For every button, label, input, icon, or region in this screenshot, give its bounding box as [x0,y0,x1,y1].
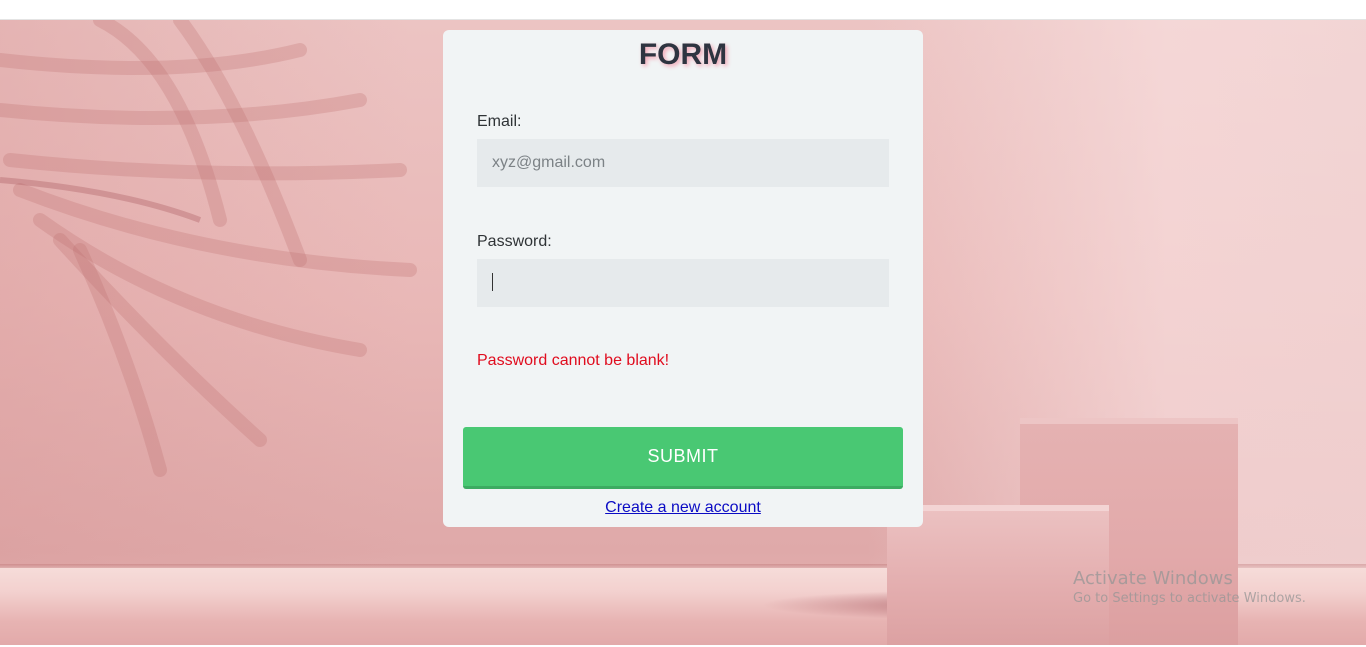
watermark-subtitle: Go to Settings to activate Windows. [1073,591,1306,606]
activate-windows-watermark: Activate Windows Go to Settings to activ… [1073,568,1306,608]
create-account-link[interactable]: Create a new account [605,499,761,516]
text-caret [492,273,493,291]
form-title: FORM [638,38,728,71]
page: FORM Email: Password: Password cannot be… [0,0,1366,647]
password-field[interactable] [477,259,889,307]
browser-top-strip [0,0,1366,20]
create-account-link-wrapper: Create a new account [443,499,923,517]
podium-tall-top [1020,418,1238,424]
email-label: Email: [477,113,522,130]
email-field[interactable] [477,139,889,187]
password-error-message: Password cannot be blank! [477,352,670,369]
watermark-title: Activate Windows [1073,568,1233,589]
submit-button[interactable]: SUBMIT [463,427,903,489]
password-label: Password: [477,233,552,250]
login-form: FORM Email: Password: Password cannot be… [443,30,923,527]
palm-leaf-shadow [0,20,417,477]
